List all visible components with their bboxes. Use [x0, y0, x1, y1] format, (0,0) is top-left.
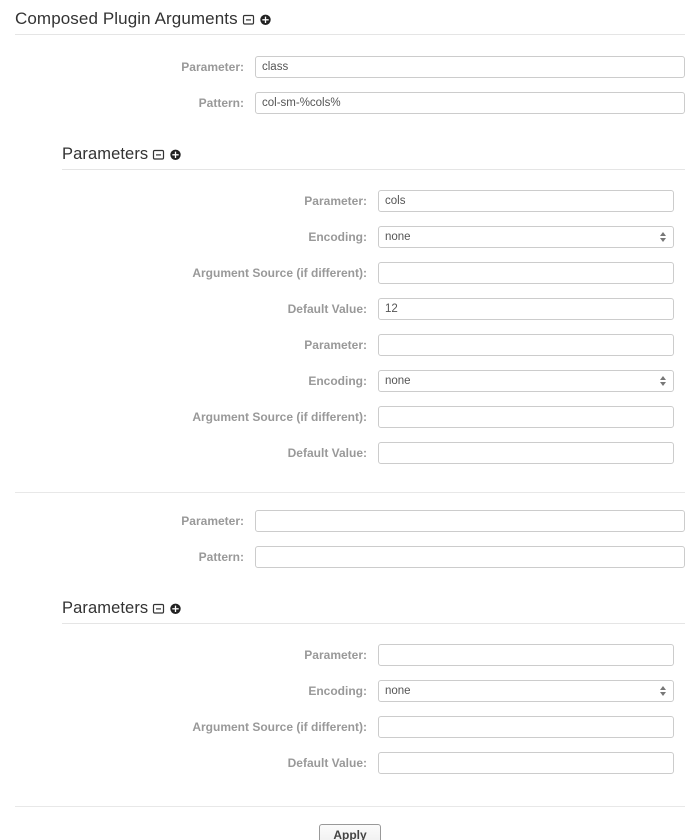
encoding-select-value: none [385, 231, 411, 243]
field-row-argument-source: Argument Source (if different): [0, 262, 685, 284]
encoding-select[interactable]: none [378, 370, 674, 392]
label-parameter: Parameter: [304, 338, 367, 352]
field-row-parameter: Parameter: [0, 644, 685, 666]
field-row-default-value: Default Value: [0, 298, 685, 320]
plus-circle-icon[interactable] [169, 148, 182, 161]
section-header-composed-plugin-arguments: Composed Plugin Arguments [15, 9, 685, 35]
field-row-parameter: Parameter: [15, 510, 685, 532]
label-encoding: Encoding: [308, 684, 367, 698]
label-pattern: Pattern: [198, 96, 244, 110]
plus-circle-icon[interactable] [169, 602, 182, 615]
field-row-pattern: Pattern: [15, 546, 685, 568]
parameter-input[interactable] [378, 334, 674, 356]
footer-actions: Apply [0, 824, 700, 840]
field-row-encoding: Encoding: none [0, 370, 685, 392]
field-row-default-value: Default Value: [0, 752, 685, 774]
chevron-updown-icon [659, 684, 667, 698]
argument-source-input[interactable] [378, 716, 674, 738]
plus-circle-icon[interactable] [259, 13, 272, 26]
section-header-parameters: Parameters [62, 598, 685, 624]
label-parameter: Parameter: [181, 60, 244, 74]
label-default-value: Default Value: [287, 446, 367, 460]
parameters-title: Parameters [62, 599, 149, 617]
minus-square-icon[interactable] [152, 602, 165, 615]
label-encoding: Encoding: [308, 374, 367, 388]
minus-square-icon[interactable] [152, 148, 165, 161]
pattern-input[interactable] [255, 546, 685, 568]
parameter-input[interactable] [255, 510, 685, 532]
minus-square-icon[interactable] [242, 13, 255, 26]
page-title: Composed Plugin Arguments [15, 9, 238, 28]
composed-argument-block: Parameter: Pattern: [0, 510, 700, 568]
encoding-select-value: none [385, 685, 411, 697]
field-row-parameter: Parameter: [0, 190, 685, 212]
label-parameter: Parameter: [181, 514, 244, 528]
parameters-title: Parameters [62, 145, 149, 163]
default-value-input[interactable] [378, 752, 674, 774]
label-argument-source: Argument Source (if different): [192, 410, 367, 424]
parameter-group: Parameter: Encoding: none Argument Sourc… [0, 190, 700, 320]
label-parameter: Parameter: [304, 194, 367, 208]
chevron-updown-icon [659, 374, 667, 388]
label-argument-source: Argument Source (if different): [192, 720, 367, 734]
pattern-input[interactable] [255, 92, 685, 114]
encoding-select-value: none [385, 375, 411, 387]
field-row-default-value: Default Value: [0, 442, 685, 464]
label-default-value: Default Value: [287, 302, 367, 316]
composed-argument-block: Parameter: Pattern: [0, 56, 700, 114]
parameter-group: Parameter: Encoding: none Argument Sourc… [0, 334, 700, 464]
field-row-parameter: Parameter: [0, 334, 685, 356]
field-row-encoding: Encoding: none [0, 226, 685, 248]
argument-source-input[interactable] [378, 406, 674, 428]
field-row-argument-source: Argument Source (if different): [0, 406, 685, 428]
section-header-parameters: Parameters [62, 144, 685, 170]
label-argument-source: Argument Source (if different): [192, 266, 367, 280]
argument-source-input[interactable] [378, 262, 674, 284]
parameter-group: Parameter: Encoding: none Argument Sourc… [0, 644, 700, 774]
parameter-input[interactable] [378, 190, 674, 212]
encoding-select[interactable]: none [378, 680, 674, 702]
apply-button[interactable]: Apply [319, 824, 381, 840]
default-value-input[interactable] [378, 442, 674, 464]
field-row-encoding: Encoding: none [0, 680, 685, 702]
label-pattern: Pattern: [198, 550, 244, 564]
encoding-select[interactable]: none [378, 226, 674, 248]
default-value-input[interactable] [378, 298, 674, 320]
composed-plugin-arguments-page: Composed Plugin Arguments Parameter: Pat… [0, 9, 700, 840]
field-row-argument-source: Argument Source (if different): [0, 716, 685, 738]
field-row-parameter: Parameter: [15, 56, 685, 78]
parameter-input[interactable] [255, 56, 685, 78]
label-parameter: Parameter: [304, 648, 367, 662]
parameter-input[interactable] [378, 644, 674, 666]
chevron-updown-icon [659, 230, 667, 244]
label-encoding: Encoding: [308, 230, 367, 244]
label-default-value: Default Value: [287, 756, 367, 770]
field-row-pattern: Pattern: [15, 92, 685, 114]
